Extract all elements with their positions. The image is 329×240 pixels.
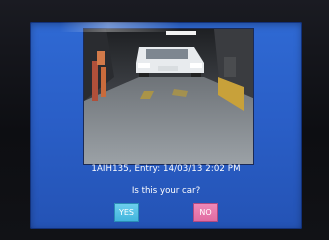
plate-entry-text: 1AIH135, Entry: 14/03/13 2:02 PM — [91, 164, 241, 174]
no-button[interactable]: NO — [193, 203, 218, 222]
car-camera-image — [83, 28, 254, 165]
confirm-question: Is this your car? — [131, 186, 201, 196]
yes-button[interactable]: YES — [114, 203, 139, 222]
